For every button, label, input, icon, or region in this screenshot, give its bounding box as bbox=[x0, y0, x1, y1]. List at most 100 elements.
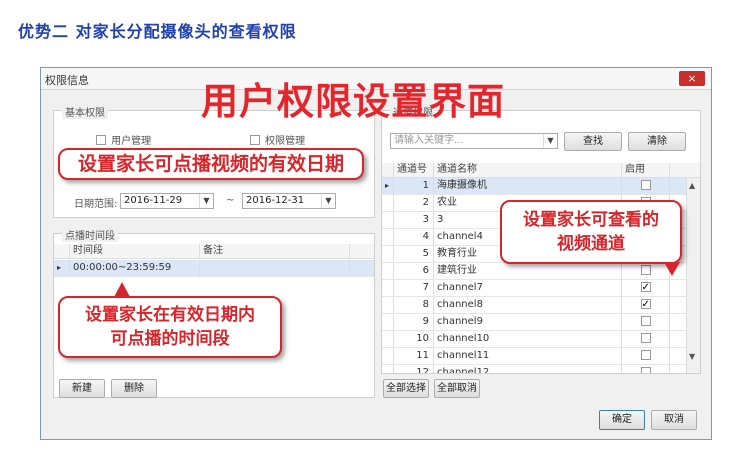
row-pointer-icon bbox=[382, 263, 394, 279]
channel-name: 建筑行业 bbox=[434, 263, 622, 279]
channel-name: channel10 bbox=[434, 331, 622, 347]
channel-no: 3 bbox=[394, 212, 434, 228]
channel-enable-cell bbox=[622, 178, 670, 194]
search-placeholder: 请输入关键字... bbox=[394, 135, 464, 146]
user-mgmt-checkbox[interactable] bbox=[96, 134, 106, 145]
callout-time-tail bbox=[114, 282, 130, 297]
date-range-label: 日期范围: bbox=[74, 199, 118, 210]
delete-button[interactable]: 删除 bbox=[111, 379, 157, 398]
channel-enable-checkbox[interactable] bbox=[640, 265, 651, 275]
channel-enable-checkbox[interactable] bbox=[640, 316, 651, 326]
channel-no: 11 bbox=[394, 348, 434, 364]
callout-date-range: 设置家长可点播视频的有效日期 bbox=[58, 148, 364, 180]
channel-enable-checkbox[interactable] bbox=[640, 333, 651, 343]
table-row[interactable]: 10 channel10 bbox=[382, 331, 700, 348]
date-from-picker[interactable]: 2016-11-29 ▼ bbox=[120, 193, 214, 209]
channel-scrollbar[interactable]: ▲ ▼ bbox=[686, 178, 700, 373]
channel-enable-cell bbox=[622, 348, 670, 364]
channel-no: 7 bbox=[394, 280, 434, 296]
table-row[interactable]: 6 建筑行业 bbox=[382, 263, 700, 280]
channel-no: 10 bbox=[394, 331, 434, 347]
callout-channels-line1: 设置家长可查看的 bbox=[523, 210, 659, 230]
channel-enable-cell bbox=[622, 331, 670, 347]
channel-enable-checkbox[interactable] bbox=[640, 350, 651, 360]
row-pointer-icon: ▸ bbox=[382, 178, 394, 194]
row-pointer-icon bbox=[382, 314, 394, 330]
page-heading: 优势二 对家长分配摄像头的查看权限 bbox=[18, 22, 297, 41]
chevron-down-icon[interactable]: ▼ bbox=[321, 194, 335, 208]
cancel-button[interactable]: 取消 bbox=[651, 410, 697, 430]
chevron-down-icon[interactable]: ▼ bbox=[543, 134, 557, 148]
channel-grid: 通道号 通道名称 启用 ▸ 1 海康摄像机 2 农业 3 3 4 channel4 5 教育行业 6 建… bbox=[382, 163, 700, 373]
row-pointer-icon bbox=[382, 246, 394, 262]
row-pointer-icon bbox=[382, 331, 394, 347]
col-time-period: 时间段 bbox=[70, 244, 200, 258]
callout-time-line1: 设置家长在有效日期内 bbox=[85, 305, 255, 325]
deselect-all-button[interactable]: 全部取消 bbox=[434, 379, 480, 398]
channel-name: 海康摄像机 bbox=[434, 178, 622, 194]
row-pointer-icon bbox=[382, 280, 394, 296]
channel-enable-cell bbox=[622, 365, 670, 373]
user-mgmt-option[interactable]: 用户管理 bbox=[96, 129, 151, 148]
channel-enable-checkbox[interactable] bbox=[640, 297, 651, 313]
scroll-up-icon[interactable]: ▲ bbox=[689, 181, 695, 190]
overlay-title: 用户权限设置界面 bbox=[201, 80, 505, 123]
channel-enable-cell bbox=[622, 280, 670, 296]
ok-button[interactable]: 确定 bbox=[599, 410, 645, 430]
close-button[interactable]: × bbox=[679, 71, 705, 86]
date-from-value: 2016-11-29 bbox=[124, 195, 183, 206]
channel-no: 6 bbox=[394, 263, 434, 279]
channel-no: 8 bbox=[394, 297, 434, 313]
playback-period-legend: 点播时间段 bbox=[62, 227, 118, 242]
channel-enable-cell bbox=[622, 314, 670, 330]
user-mgmt-label: 用户管理 bbox=[111, 136, 152, 147]
channel-name: channel8 bbox=[434, 297, 622, 313]
callout-time-line2: 可点播的时间段 bbox=[110, 329, 230, 349]
channel-name: channel7 bbox=[434, 280, 622, 296]
basic-permissions-legend: 基本权限 bbox=[62, 104, 108, 119]
clear-button[interactable]: 清除 bbox=[628, 132, 686, 151]
table-row[interactable]: 8 channel8 bbox=[382, 297, 700, 314]
row-pointer-icon bbox=[382, 229, 394, 245]
table-row[interactable]: 11 channel11 bbox=[382, 348, 700, 365]
callout-time-period: 设置家长在有效日期内 可点播的时间段 bbox=[58, 296, 282, 358]
perm-mgmt-option[interactable]: 权限管理 bbox=[250, 129, 305, 148]
dialog-title: 权限信息 bbox=[45, 74, 89, 87]
channel-no: 5 bbox=[394, 246, 434, 262]
date-to-value: 2016-12-31 bbox=[246, 195, 305, 206]
table-row[interactable]: 9 channel9 bbox=[382, 314, 700, 331]
perm-mgmt-label: 权限管理 bbox=[265, 136, 306, 147]
row-pointer-icon bbox=[382, 212, 394, 228]
table-row[interactable]: ▸ 00:00:00~23:59:59 bbox=[54, 260, 374, 277]
channel-search-input[interactable]: 请输入关键字... ▼ bbox=[390, 133, 558, 149]
col-note: 备注 bbox=[200, 244, 350, 258]
channel-enable-checkbox[interactable] bbox=[640, 367, 651, 373]
table-row[interactable]: 7 channel7 bbox=[382, 280, 700, 297]
channel-no: 2 bbox=[394, 195, 434, 211]
select-all-button[interactable]: 全部选择 bbox=[383, 379, 429, 398]
date-separator: ~ bbox=[226, 195, 235, 206]
row-time-period[interactable]: 00:00:00~23:59:59 bbox=[70, 260, 200, 276]
channel-enable-cell bbox=[622, 263, 670, 279]
channel-no: 12 bbox=[394, 365, 434, 373]
row-pointer-icon bbox=[382, 195, 394, 211]
col-channel-name: 通道名称 bbox=[434, 163, 622, 177]
table-row[interactable]: 12 channel12 bbox=[382, 365, 700, 373]
date-to-picker[interactable]: 2016-12-31 ▼ bbox=[242, 193, 336, 209]
channel-enable-cell bbox=[622, 297, 670, 313]
table-row[interactable]: ▸ 1 海康摄像机 bbox=[382, 178, 700, 195]
row-pointer-icon bbox=[382, 297, 394, 313]
search-button[interactable]: 查找 bbox=[564, 132, 622, 151]
perm-mgmt-checkbox[interactable] bbox=[250, 134, 260, 145]
new-button[interactable]: 新建 bbox=[59, 379, 105, 398]
row-note[interactable] bbox=[200, 260, 350, 276]
chevron-down-icon[interactable]: ▼ bbox=[199, 194, 213, 208]
scroll-down-icon[interactable]: ▼ bbox=[689, 352, 695, 361]
channel-enable-checkbox[interactable] bbox=[640, 180, 651, 190]
channel-enable-checkbox[interactable] bbox=[640, 280, 651, 296]
row-pointer-icon bbox=[382, 365, 394, 373]
callout-channels: 设置家长可查看的 视频通道 bbox=[500, 200, 682, 264]
channel-name: channel12 bbox=[434, 365, 622, 373]
channel-name: channel9 bbox=[434, 314, 622, 330]
callout-channels-tail bbox=[664, 262, 680, 276]
